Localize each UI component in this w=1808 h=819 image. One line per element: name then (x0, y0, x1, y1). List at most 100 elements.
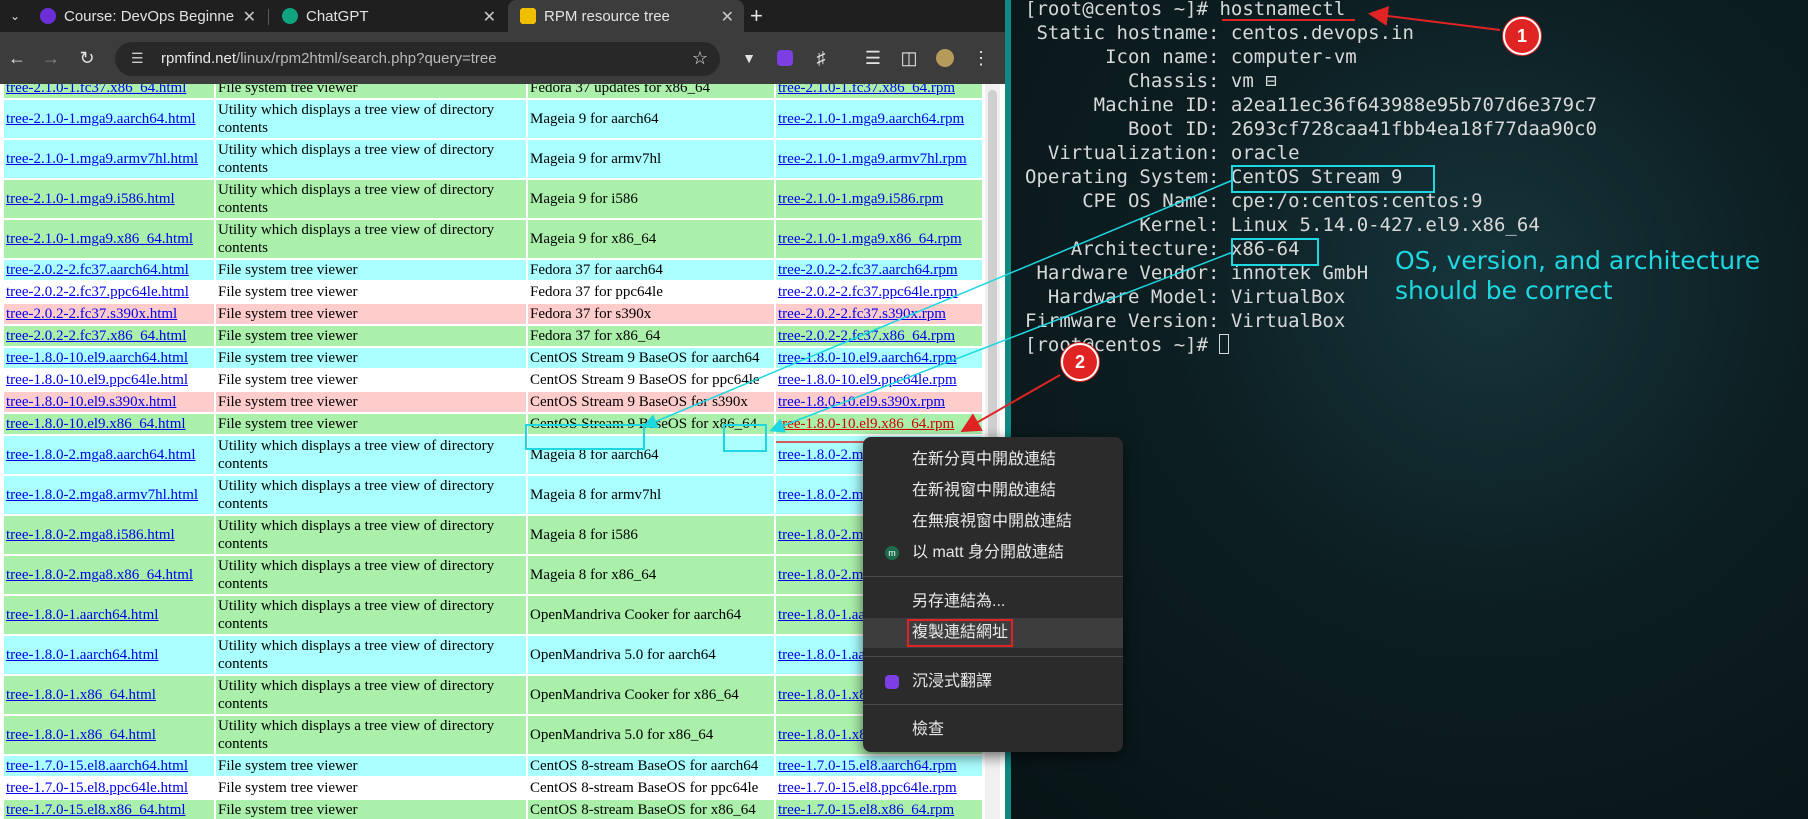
rpm-download-link-text[interactable]: tree-1.8.0-10.el9.s390x.rpm (778, 393, 945, 411)
package-html-link[interactable]: tree-2.0.2-2.fc37.x86_64.html (4, 326, 214, 346)
extensions-puzzle-icon[interactable]: ♯ (808, 45, 834, 71)
package-html-link-text[interactable]: tree-2.1.0-1.mga9.aarch64.html (6, 110, 196, 128)
rpm-download-link-text[interactable]: tree-1.8.0-10.el9.ppc64le.rpm (778, 371, 957, 389)
tab-rpm-resource-tree[interactable]: RPM resource tree ✕ (508, 0, 744, 32)
package-html-link-text[interactable]: tree-2.1.0-1.mga9.i586.html (6, 190, 175, 208)
package-html-link-text[interactable]: tree-1.8.0-10.el9.s390x.html (6, 393, 176, 411)
rpm-download-link[interactable]: tree-2.0.2-2.fc37.ppc64le.rpm (774, 282, 982, 302)
new-tab-button[interactable]: + (750, 0, 774, 32)
rpm-download-link-text[interactable]: tree-2.1.0-1.fc37.x86_64.rpm (778, 84, 955, 97)
package-html-link-text[interactable]: tree-1.8.0-10.el9.aarch64.html (6, 349, 188, 367)
address-bar[interactable]: ☰ rpmfind.net/linux/rpm2html/search.php?… (115, 42, 720, 76)
rpm-download-link[interactable]: tree-2.0.2-2.fc37.aarch64.rpm (774, 260, 982, 280)
package-html-link[interactable]: tree-1.8.0-2.mga8.armv7hl.html (4, 476, 214, 514)
package-html-link[interactable]: tree-2.1.0-1.mga9.armv7hl.html (4, 140, 214, 178)
package-html-link[interactable]: tree-1.8.0-1.x86_64.html (4, 676, 214, 714)
rpm-download-link-text[interactable]: tree-2.1.0-1.mga9.aarch64.rpm (778, 110, 964, 128)
side-panel-icon[interactable]: ◫ (896, 45, 922, 71)
package-html-link-text[interactable]: tree-1.8.0-2.mga8.x86_64.html (6, 566, 193, 584)
context-menu-item[interactable]: 另存連結為... (863, 587, 1123, 617)
close-tab-icon[interactable]: ✕ (243, 7, 256, 27)
package-html-link-text[interactable]: tree-1.7.0-15.el8.ppc64le.html (6, 779, 188, 797)
rpm-download-link[interactable]: tree-1.8.0-10.el9.ppc64le.rpm (774, 370, 982, 390)
package-html-link-text[interactable]: tree-1.8.0-2.mga8.i586.html (6, 526, 175, 544)
forward-icon[interactable]: → (38, 45, 64, 71)
package-html-link[interactable]: tree-1.8.0-1.aarch64.html (4, 596, 214, 634)
package-html-link[interactable]: tree-1.8.0-10.el9.x86_64.html (4, 414, 214, 434)
rpm-download-link[interactable]: tree-2.0.2-2.fc37.s390x.rpm (774, 304, 982, 324)
package-html-link[interactable]: tree-1.8.0-1.x86_64.html (4, 716, 214, 754)
extension-v-icon[interactable]: ▼ (736, 45, 762, 71)
package-html-link-text[interactable]: tree-1.8.0-2.mga8.armv7hl.html (6, 486, 198, 504)
rpm-download-link-text[interactable]: tree-2.0.2-2.fc37.aarch64.rpm (778, 261, 958, 279)
rpm-download-link-text[interactable]: tree-1.8.0-10.el9.x86_64.rpm (778, 415, 954, 433)
package-html-link[interactable]: tree-2.1.0-1.mga9.i586.html (4, 180, 214, 218)
context-menu-item[interactable]: 在新視窗中開啟連結 (863, 476, 1123, 506)
rpm-download-link[interactable]: tree-1.7.0-15.el8.ppc64le.rpm (774, 778, 982, 798)
context-menu-item[interactable]: 檢查 (863, 715, 1123, 745)
package-html-link-text[interactable]: tree-1.8.0-1.aarch64.html (6, 646, 158, 664)
immersive-translate-icon[interactable] (772, 45, 798, 71)
package-html-link[interactable]: tree-1.8.0-10.el9.aarch64.html (4, 348, 214, 368)
package-html-link-text[interactable]: tree-1.8.0-1.aarch64.html (6, 606, 158, 624)
close-tab-icon[interactable]: ✕ (483, 7, 496, 27)
rpm-download-link[interactable]: tree-2.1.0-1.mga9.i586.rpm (774, 180, 982, 218)
package-html-link-text[interactable]: tree-1.8.0-1.x86_64.html (6, 726, 156, 744)
package-html-link[interactable]: tree-2.0.2-2.fc37.ppc64le.html (4, 282, 214, 302)
package-html-link-text[interactable]: tree-2.1.0-1.fc37.x86_64.html (6, 84, 186, 97)
bookmark-star-icon[interactable]: ☆ (692, 48, 708, 69)
package-html-link[interactable]: tree-1.7.0-15.el8.aarch64.html (4, 756, 214, 776)
menu-kebab-icon[interactable]: ⋮ (968, 45, 994, 71)
rpm-download-link[interactable]: tree-2.1.0-1.mga9.armv7hl.rpm (774, 140, 982, 178)
package-html-link[interactable]: tree-2.1.0-1.mga9.x86_64.html (4, 220, 214, 258)
context-menu-item[interactable]: 在新分頁中開啟連結 (863, 445, 1123, 475)
package-html-link[interactable]: tree-1.8.0-2.mga8.i586.html (4, 516, 214, 554)
package-html-link[interactable]: tree-2.1.0-1.mga9.aarch64.html (4, 100, 214, 138)
package-html-link-text[interactable]: tree-1.8.0-1.x86_64.html (6, 686, 156, 704)
rpm-download-link[interactable]: tree-2.1.0-1.fc37.x86_64.rpm (774, 84, 982, 98)
rpm-download-link-text[interactable]: tree-2.0.2-2.fc37.ppc64le.rpm (778, 283, 958, 301)
package-html-link-text[interactable]: tree-1.8.0-2.mga8.aarch64.html (6, 446, 196, 464)
package-html-link[interactable]: tree-1.8.0-1.aarch64.html (4, 636, 214, 674)
package-html-link[interactable]: tree-1.8.0-2.mga8.aarch64.html (4, 436, 214, 474)
rpm-download-link-text[interactable]: tree-1.8.0-10.el9.aarch64.rpm (778, 349, 957, 367)
rpm-download-link[interactable]: tree-2.1.0-1.mga9.x86_64.rpm (774, 220, 982, 258)
context-menu-item[interactable]: 複製連結網址 (863, 618, 1123, 648)
package-html-link-text[interactable]: tree-2.0.2-2.fc37.x86_64.html (6, 327, 186, 345)
context-menu-item[interactable]: 沉浸式翻譯 (863, 667, 1123, 697)
package-html-link[interactable]: tree-2.0.2-2.fc37.aarch64.html (4, 260, 214, 280)
tab-list-chevron-icon[interactable]: ⌄ (2, 3, 28, 29)
rpm-download-link[interactable]: tree-1.8.0-10.el9.aarch64.rpm (774, 348, 982, 368)
rpm-download-link[interactable]: tree-2.0.2-2.fc37.x86_64.rpm (774, 326, 982, 346)
tab-chatgpt[interactable]: ChatGPT ✕ (270, 0, 506, 32)
package-html-link[interactable]: tree-1.8.0-10.el9.ppc64le.html (4, 370, 214, 390)
package-html-link-text[interactable]: tree-2.0.2-2.fc37.s390x.html (6, 305, 177, 323)
rpm-download-link[interactable]: tree-2.1.0-1.mga9.aarch64.rpm (774, 100, 982, 138)
package-html-link-text[interactable]: tree-2.0.2-2.fc37.ppc64le.html (6, 283, 189, 301)
rpm-download-link-text[interactable]: tree-2.1.0-1.mga9.armv7hl.rpm (778, 150, 967, 168)
media-controls-icon[interactable]: ☰ (860, 45, 886, 71)
rpm-download-link[interactable]: tree-1.8.0-10.el9.x86_64.rpm (774, 414, 982, 434)
package-html-link-text[interactable]: tree-2.0.2-2.fc37.aarch64.html (6, 261, 189, 279)
package-html-link[interactable]: tree-1.8.0-10.el9.s390x.html (4, 392, 214, 412)
package-html-link-text[interactable]: tree-2.1.0-1.mga9.armv7hl.html (6, 150, 198, 168)
reload-icon[interactable]: ↻ (74, 45, 100, 71)
rpm-download-link-text[interactable]: tree-1.7.0-15.el8.aarch64.rpm (778, 757, 957, 775)
package-html-link[interactable]: tree-1.8.0-2.mga8.x86_64.html (4, 556, 214, 594)
rpm-download-link-text[interactable]: tree-1.7.0-15.el8.ppc64le.rpm (778, 779, 957, 797)
context-menu-item[interactable]: 在無痕視窗中開啟連結 (863, 507, 1123, 537)
rpm-download-link-text[interactable]: tree-2.1.0-1.mga9.i586.rpm (778, 190, 943, 208)
rpm-download-link[interactable]: tree-1.8.0-10.el9.s390x.rpm (774, 392, 982, 412)
package-html-link[interactable]: tree-2.1.0-1.fc37.x86_64.html (4, 84, 214, 98)
back-icon[interactable]: ← (4, 45, 30, 71)
package-html-link[interactable]: tree-1.7.0-15.el8.x86_64.html (4, 800, 214, 819)
close-tab-icon[interactable]: ✕ (721, 7, 734, 27)
tab-course[interactable]: Course: DevOps Beginne ✕ (28, 0, 266, 32)
package-html-link-text[interactable]: tree-1.7.0-15.el8.aarch64.html (6, 757, 188, 775)
rpm-download-link-text[interactable]: tree-2.0.2-2.fc37.s390x.rpm (778, 305, 946, 323)
rpm-download-link-text[interactable]: tree-2.0.2-2.fc37.x86_64.rpm (778, 327, 955, 345)
terminal-window[interactable]: [root@centos ~]# hostnamectl Static host… (1005, 0, 1808, 819)
rpm-download-link[interactable]: tree-1.7.0-15.el8.x86_64.rpm (774, 800, 982, 819)
package-html-link-text[interactable]: tree-2.1.0-1.mga9.x86_64.html (6, 230, 193, 248)
rpm-download-link[interactable]: tree-1.7.0-15.el8.aarch64.rpm (774, 756, 982, 776)
